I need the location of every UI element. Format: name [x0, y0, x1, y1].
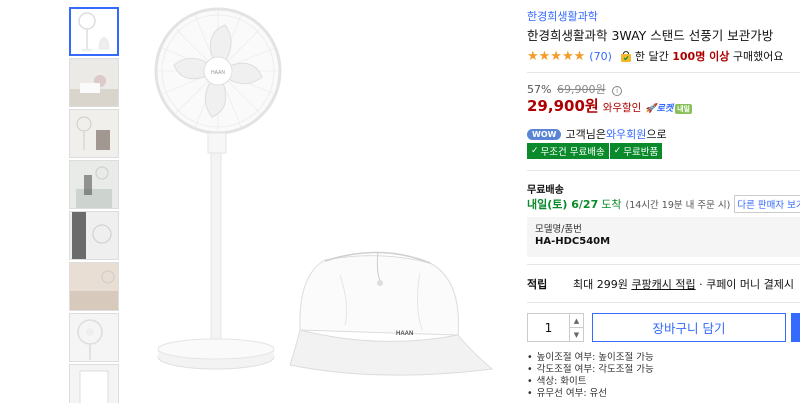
brand-link[interactable]: 한경희생활과학 — [527, 8, 598, 24]
thumbnail-4[interactable] — [69, 160, 119, 209]
points-text-after: · 쿠페이 머니 결제시 — [695, 278, 795, 291]
wow-discount-label: 와우할인 — [602, 102, 642, 114]
divider — [527, 170, 800, 171]
membership-text-after: 으로 — [646, 128, 667, 141]
free-shipping-label: 무조건 무료배송 — [540, 147, 605, 158]
coupang-cash-link[interactable]: 쿠팡캐시 적립 — [631, 278, 695, 291]
arrival-date: 내일(토) 6/27 — [527, 198, 599, 211]
points-label: 적립 — [527, 278, 548, 291]
check-icon: ✓ — [613, 146, 622, 156]
thumbnail-3[interactable] — [69, 109, 119, 158]
thumbnail-2[interactable] — [69, 58, 119, 107]
purchase-count-text: 한 달간 100명 이상 구매했어요 — [635, 48, 784, 64]
quantity-increase-icon[interactable]: ▲ — [570, 314, 583, 327]
thumbnail-1[interactable] — [69, 7, 119, 56]
divider — [527, 264, 800, 265]
model-number: HA-HDC540M — [535, 236, 611, 247]
rating-stars[interactable]: ★★★★★ — [527, 49, 585, 64]
benefit-badges: ✓ 무조건 무료배송 ✓ 무료반품 — [527, 143, 663, 159]
shopping-bag-icon — [620, 50, 632, 63]
order-deadline: (14시간 19분 내 주문 시) — [625, 200, 731, 211]
rocket-icon: 🚀 — [645, 104, 657, 114]
model-label: 모델명/품번 — [535, 224, 582, 235]
spec-list: 높이조절 여부: 높이조절 가능 각도조절 여부: 각도조절 가능 색상: 화이… — [527, 352, 654, 400]
rocket-delivery-badge: 🚀로켓 내일 — [645, 101, 692, 114]
thumbnail-7[interactable] — [69, 313, 119, 362]
points-text-before: 최대 299원 — [573, 278, 632, 291]
wow-badge: WOW — [527, 128, 562, 140]
rocket-day-badge: 내일 — [675, 104, 692, 114]
fan-pole — [210, 134, 222, 346]
spec-item: 색상: 화이트 — [527, 376, 654, 388]
points-text: 최대 299원 쿠팡캐시 적립 · 쿠페이 머니 결제시 — [573, 276, 794, 292]
free-shipping-badge: ✓ 무조건 무료배송 — [527, 143, 609, 159]
quantity-stepper-buttons: ▲ ▼ — [569, 314, 583, 341]
divider — [527, 72, 800, 73]
thumbnail-list — [69, 7, 119, 403]
spec-item: 유무선 여부: 유선 — [527, 388, 654, 400]
thumbnail-8[interactable] — [69, 364, 119, 403]
fan-head: HAAN — [154, 7, 282, 135]
check-icon: ✓ — [531, 146, 539, 156]
purchase-count-suffix: 구매했어요 — [729, 50, 784, 63]
product-title: 한경희생활과학 3WAY 스탠드 선풍기 보관가방 — [527, 28, 774, 43]
add-to-cart-button[interactable]: 장바구니 담기 — [592, 313, 786, 342]
main-product-image: HAAN HAAN — [140, 5, 510, 403]
wow-membership-row: WOW 고객님은 와우회원 으로 — [527, 126, 667, 142]
spec-item: 각도조절 여부: 각도조절 가능 — [527, 364, 654, 376]
thumbnail-5[interactable] — [69, 211, 119, 260]
quantity-decrease-icon[interactable]: ▼ — [570, 327, 583, 341]
sale-price: 29,900원 — [527, 97, 599, 115]
spec-item: 높이조절 여부: 높이조절 가능 — [527, 352, 654, 364]
shipping-label: 무료배송 — [527, 185, 564, 196]
price-row: 29,900원 와우할인 🚀로켓 내일 — [527, 95, 692, 116]
review-count-link[interactable]: (70) — [589, 50, 612, 63]
model-info-box: 모델명/품번 HA-HDC540M — [527, 217, 800, 257]
quantity-stepper: 1 ▲ ▼ — [527, 313, 584, 342]
delivery-row: 내일(토) 6/27 도착 (14시간 19분 내 주문 시) 다른 판매자 보… — [527, 195, 800, 213]
buy-now-button[interactable] — [791, 313, 800, 342]
divider — [527, 302, 800, 303]
membership-text-before: 고객님은 — [565, 128, 606, 141]
quantity-input[interactable]: 1 — [528, 314, 569, 341]
arrival-word: 도착 — [601, 198, 622, 211]
bag-logo-text: HAAN — [396, 331, 413, 337]
wow-member-link[interactable]: 와우회원 — [606, 126, 646, 142]
other-seller-button[interactable]: 다른 판매자 보기(2) — [734, 195, 800, 213]
purchase-count-prefix: 한 달간 — [634, 50, 673, 63]
rocket-label: 로켓 — [656, 104, 674, 114]
free-return-label: 무료반품 — [623, 147, 659, 158]
rating-row: ★★★★★ (70) 한 달간 100명 이상 구매했어요 — [527, 48, 784, 64]
fan-logo-text: HAAN — [211, 70, 225, 76]
thumbnail-6[interactable] — [69, 262, 119, 311]
purchase-count-value: 100명 이상 — [672, 50, 730, 63]
points-row: 적립 최대 299원 쿠팡캐시 적립 · 쿠페이 머니 결제시 — [527, 276, 800, 292]
free-return-badge: ✓ 무료반품 — [608, 143, 663, 159]
